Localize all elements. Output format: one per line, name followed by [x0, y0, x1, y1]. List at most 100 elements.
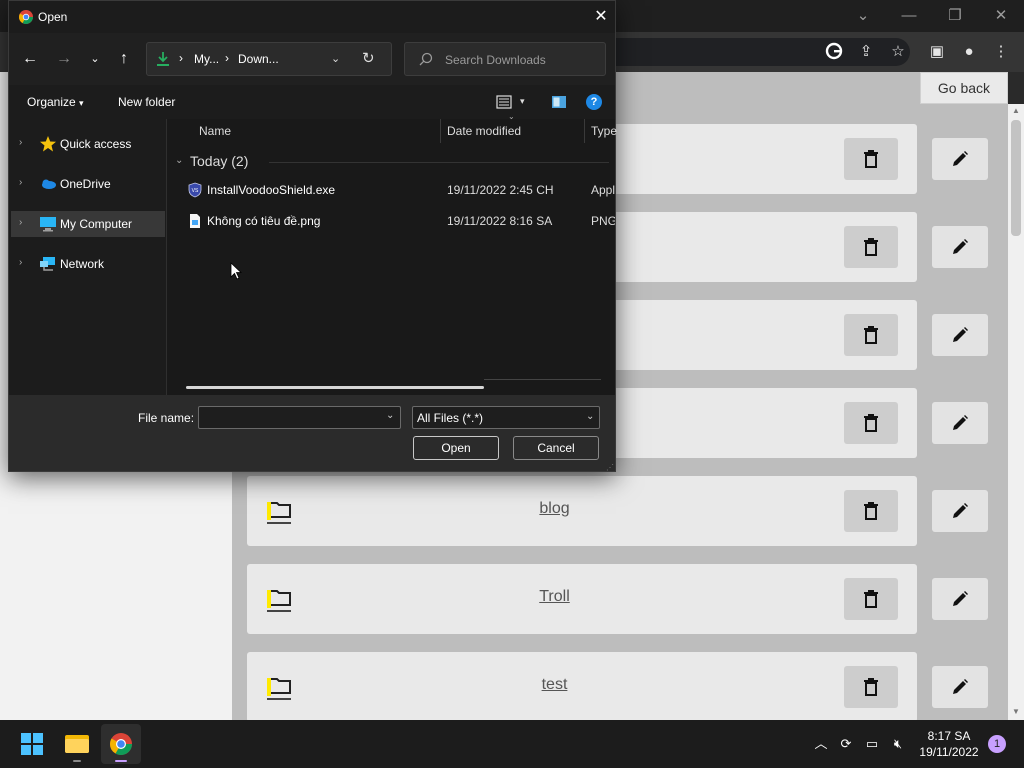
up-arrow-icon[interactable]: ↑ [113, 49, 135, 69]
notification-badge[interactable]: 1 [988, 735, 1006, 753]
delete-button[interactable] [844, 138, 898, 180]
search-placeholder: Search Downloads [445, 53, 546, 67]
edit-button[interactable] [932, 138, 988, 180]
delete-button[interactable] [844, 226, 898, 268]
delete-button[interactable] [844, 666, 898, 708]
file-row[interactable]: Không có tiêu đề.png 19/11/2022 8:16 SA … [179, 208, 615, 234]
tray-clock[interactable]: 8:17 SA 19/11/2022 [906, 728, 992, 760]
sync-icon[interactable]: ⟳ [836, 734, 856, 754]
folder-link[interactable]: blog [247, 500, 862, 518]
preview-pane-icon[interactable] [551, 95, 567, 109]
minimize-button[interactable]: — [896, 4, 922, 28]
folder-card: blog [247, 476, 988, 546]
delete-button[interactable] [844, 578, 898, 620]
menu-icon[interactable]: ⋮ [990, 42, 1012, 62]
delete-button[interactable] [844, 314, 898, 356]
share-icon[interactable]: ⇪ [855, 42, 877, 62]
cancel-button[interactable]: Cancel [513, 436, 599, 460]
column-header-name[interactable]: Name [199, 124, 231, 138]
file-type: PNG [591, 214, 615, 228]
go-back-button[interactable]: Go back [920, 72, 1008, 104]
expand-arrow-icon[interactable]: › [19, 217, 22, 228]
recent-locations-chevron-icon[interactable]: ⌄ [84, 49, 106, 69]
file-name-history-chevron-icon[interactable]: ⌄ [386, 410, 394, 421]
new-folder-button[interactable]: New folder [118, 95, 175, 109]
dialog-title: Open [38, 10, 68, 24]
address-history-chevron-icon[interactable]: ⌄ [331, 52, 340, 65]
chrome-taskbar-icon[interactable] [101, 724, 141, 764]
volume-muted-icon[interactable]: 🔇︎ [888, 734, 908, 754]
dialog-titlebar: Open ✕ [9, 1, 615, 33]
page-scrollbar-thumb[interactable] [1011, 120, 1021, 236]
file-type-select[interactable]: All Files (*.*) ⌄ [412, 406, 600, 429]
refresh-icon[interactable]: ↻ [362, 49, 375, 67]
tray-overflow-chevron-icon[interactable]: ︿ [811, 734, 831, 754]
expand-arrow-icon[interactable]: › [19, 257, 22, 268]
side-panel-icon[interactable]: ▣ [926, 42, 948, 62]
column-divider[interactable] [584, 119, 585, 143]
edit-button[interactable] [932, 490, 988, 532]
group-collapse-chevron-icon[interactable]: ⌄ [175, 155, 183, 166]
tab-search-chevron-icon[interactable]: ⌄ [850, 4, 876, 28]
nav-item-network[interactable]: › Network [11, 251, 165, 277]
scroll-up-icon[interactable]: ▲ [1008, 104, 1024, 118]
group-header-today[interactable]: Today (2) [190, 153, 248, 169]
svg-text:VS: VS [192, 188, 199, 194]
open-button[interactable]: Open [413, 436, 499, 460]
folder-link[interactable]: test [247, 676, 862, 694]
restore-button[interactable]: ❐ [942, 4, 968, 28]
open-file-dialog: Open ✕ ← → ⌄ ↑ › My... › Down... ⌄ ↻ Sea… [8, 0, 617, 472]
file-type-value: All Files (*.*) [417, 411, 484, 425]
nav-item-onedrive[interactable]: › OneDrive [11, 171, 165, 197]
google-icon[interactable] [823, 42, 845, 62]
horizontal-scrollbar-thumb[interactable] [186, 386, 484, 389]
horizontal-scrollbar-track[interactable] [484, 379, 601, 380]
nav-item-quick-access[interactable]: › Quick access [11, 131, 165, 157]
image-file-icon [190, 214, 200, 228]
edit-button[interactable] [932, 578, 988, 620]
profile-icon[interactable]: ● [958, 42, 980, 62]
group-divider [269, 162, 609, 163]
edit-button[interactable] [932, 226, 988, 268]
dialog-address-bar[interactable]: › My... › Down... ⌄ ↻ [146, 42, 392, 76]
bookmark-star-icon[interactable]: ☆ [887, 42, 909, 62]
tray-date: 19/11/2022 [919, 745, 979, 759]
file-row[interactable]: VS InstallVoodooShield.exe 19/11/2022 2:… [179, 177, 615, 203]
organize-label: Organize [27, 95, 76, 109]
expand-arrow-icon[interactable]: › [19, 177, 22, 188]
forward-arrow-icon[interactable]: → [53, 49, 75, 69]
column-header-date-modified[interactable]: Date modified [447, 124, 521, 138]
delete-button[interactable] [844, 490, 898, 532]
file-explorer-taskbar-icon[interactable] [57, 724, 97, 764]
delete-button[interactable] [844, 402, 898, 444]
column-header-type[interactable]: Type [591, 124, 617, 138]
back-arrow-icon[interactable]: ← [19, 49, 41, 69]
search-downloads-box[interactable]: Search Downloads [404, 42, 606, 76]
edit-button[interactable] [932, 314, 988, 356]
file-type-chevron-icon: ⌄ [586, 411, 595, 422]
column-divider[interactable] [440, 119, 441, 143]
file-name-input[interactable] [198, 406, 401, 429]
breadcrumb-my-computer[interactable]: My... [194, 52, 219, 66]
monitor-icon[interactable]: ▭ [862, 734, 882, 754]
start-button[interactable] [12, 724, 52, 764]
view-options-chevron-icon[interactable]: ▾ [520, 96, 525, 107]
dialog-close-button[interactable]: ✕ [589, 6, 613, 28]
breadcrumb-downloads[interactable]: Down... [238, 52, 279, 66]
network-icon [40, 257, 55, 271]
scroll-down-icon[interactable]: ▼ [1008, 705, 1024, 719]
edit-button[interactable] [932, 402, 988, 444]
nav-item-my-computer[interactable]: › My Computer [11, 211, 165, 237]
file-type: Appli [591, 183, 615, 197]
change-view-icon[interactable] [496, 94, 512, 110]
resize-grip-icon[interactable]: ⋰ [606, 463, 614, 472]
sort-chevron-icon: ⌄ [508, 112, 515, 121]
file-name: Không có tiêu đề.png [207, 214, 321, 228]
organize-menu[interactable]: Organize ▾ [27, 95, 84, 109]
expand-arrow-icon[interactable]: › [19, 137, 22, 148]
nav-label: Quick access [60, 137, 132, 151]
help-icon[interactable]: ? [586, 94, 602, 110]
folder-link[interactable]: Troll [247, 588, 862, 606]
close-browser-button[interactable]: ✕ [988, 4, 1014, 28]
edit-button[interactable] [932, 666, 988, 708]
